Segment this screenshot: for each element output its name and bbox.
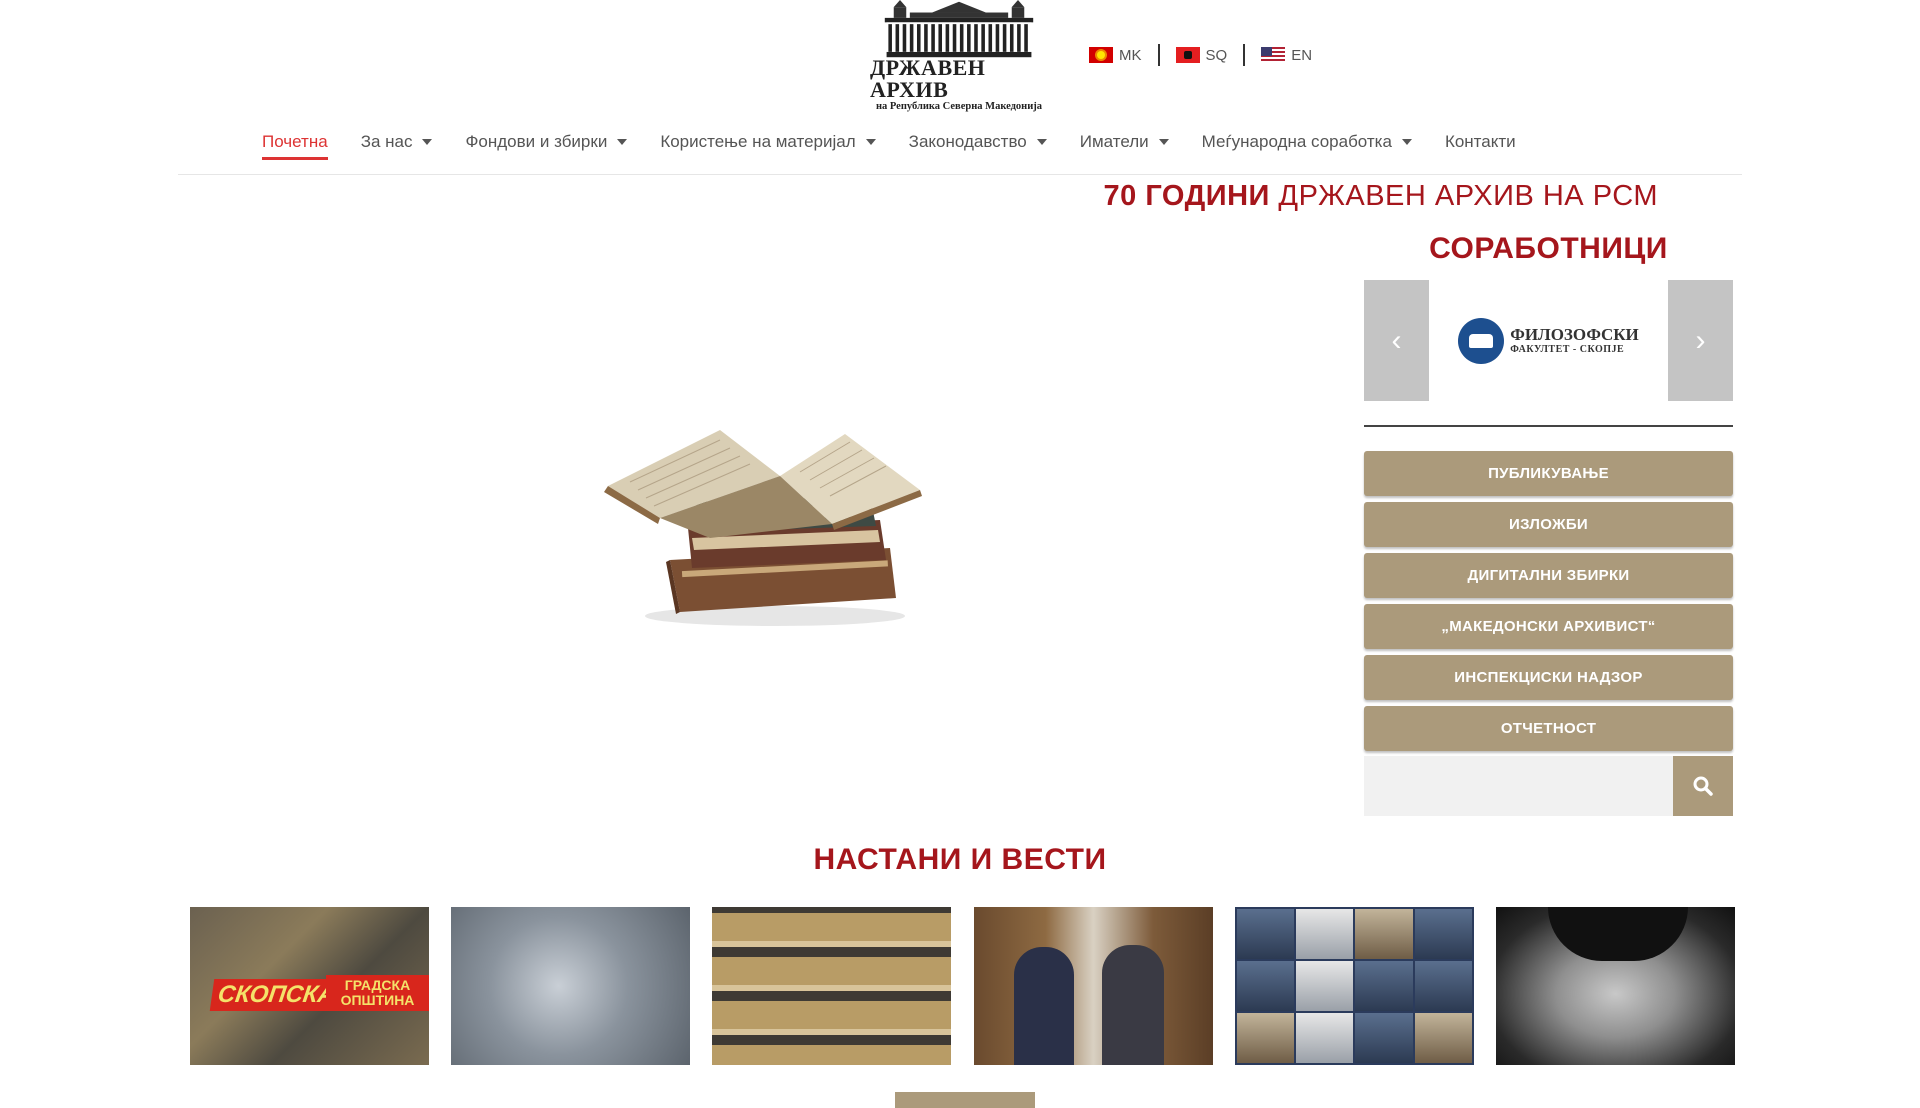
language-sq[interactable]: SQ	[1175, 46, 1228, 64]
partners-title: СОРАБОТНИЦИ	[1429, 232, 1668, 265]
macedonia-flag-icon	[1089, 47, 1113, 63]
video-tile	[1355, 961, 1413, 1011]
caret-down-icon	[422, 139, 433, 145]
nav-item-contacts[interactable]: Контакти	[1445, 132, 1516, 152]
headline-rest: ДРЖАВЕН АРХИВ НА РСМ	[1269, 180, 1658, 212]
partner-slide-philosophy-faculty[interactable]: ФИЛОЗОФСКИ ФАКУЛТЕТ - СКОПЈЕ	[1429, 280, 1668, 401]
carousel-prev-button[interactable]: ‹	[1364, 280, 1429, 401]
anniversary-headline: 70 ГОДИНИ ДРЖАВЕН АРХИВ НА РСМ	[1104, 180, 1658, 213]
sidebar-divider	[1364, 425, 1733, 427]
nav-item-international-cooperation[interactable]: Меѓународна соработка	[1202, 132, 1412, 152]
video-tile	[1296, 909, 1354, 959]
video-tile	[1296, 1013, 1354, 1063]
video-tile	[1414, 1013, 1472, 1063]
chevron-right-icon: ›	[1695, 323, 1706, 357]
news-card-portrait[interactable]	[1495, 907, 1735, 1065]
nav-item-funds-collections[interactable]: Фондови и збирки	[465, 132, 628, 152]
nav-item-label: Иматели	[1079, 132, 1149, 151]
video-tile	[1355, 1013, 1413, 1063]
logo-title: ДРЖАВЕН АРХИВ	[870, 55, 986, 102]
news-card-stamp: СКОПСКА	[209, 979, 344, 1011]
nav-item-material-use[interactable]: Користење на материјал	[660, 132, 876, 152]
header-divider	[178, 174, 1742, 175]
site-logo[interactable]: ДРЖАВЕН АРХИВ на Република Северна Макед…	[870, 0, 1048, 112]
search-button[interactable]	[1673, 756, 1733, 816]
exhibitions-button[interactable]: ИЗЛОЖБИ	[1364, 502, 1733, 547]
nav-item-label: Фондови и збирки	[465, 132, 608, 151]
site-search	[1364, 756, 1733, 816]
faculty-logo-icon	[1458, 317, 1505, 364]
caret-down-icon	[617, 139, 628, 145]
video-tile	[1414, 961, 1472, 1011]
digital-collections-button[interactable]: ДИГИТАЛНИ ЗБИРКИ	[1364, 553, 1733, 598]
language-mk-label: MK	[1119, 46, 1142, 64]
language-mk[interactable]: MK	[1089, 47, 1142, 64]
nav-item-legislation[interactable]: Законодавство	[909, 132, 1047, 152]
news-card-agreement-signing[interactable]	[973, 907, 1213, 1065]
headline-bold: 70 ГОДИНИ	[1103, 180, 1270, 212]
accountability-button[interactable]: ОТЧЕТНОСТ	[1364, 706, 1733, 751]
nav-item-label: Законодавство	[908, 132, 1027, 151]
faculty-logo-text: ФИЛОЗОФСКИ ФАКУЛТЕТ - СКОПЈЕ	[1510, 325, 1639, 356]
main-navigation: Почетна За нас Фондови и збирки Користењ…	[262, 128, 1549, 160]
news-card-stamp-secondary: ГРАДСКА ОПШТИНА	[326, 975, 429, 1011]
publishing-button[interactable]: ПУБЛИКУВАЊЕ	[1364, 451, 1733, 496]
faculty-name: ФИЛОЗОФСКИ	[1510, 325, 1639, 344]
nav-item-holders[interactable]: Иматели	[1080, 132, 1169, 152]
news-card-archive-shelves[interactable]	[712, 907, 952, 1065]
faculty-subname: ФАКУЛТЕТ - СКОПЈЕ	[1510, 344, 1625, 355]
carousel-next-button[interactable]: ›	[1668, 280, 1733, 401]
language-sq-label: SQ	[1205, 46, 1228, 64]
video-tile	[1414, 909, 1472, 959]
nav-item-label: Меѓународна соработка	[1201, 132, 1392, 151]
video-tile	[1236, 1013, 1294, 1063]
news-card-document-scan[interactable]	[451, 907, 691, 1065]
caret-down-icon	[865, 139, 876, 145]
partners-carousel: ‹ ФИЛОЗОФСКИ ФАКУЛТЕТ - СКОПЈЕ ›	[1364, 280, 1733, 401]
news-section-title: НАСТАНИ И ВЕСТИ	[813, 843, 1107, 876]
video-tile	[1236, 909, 1294, 959]
sidebar-buttons: ПУБЛИКУВАЊЕ ИЗЛОЖБИ ДИГИТАЛНИ ЗБИРКИ „МА…	[1364, 451, 1733, 751]
caret-down-icon	[1401, 139, 1412, 145]
albania-flag-icon	[1175, 47, 1200, 63]
news-card-skopje-municipality[interactable]: СКОПСКА ГРАДСКА ОПШТИНА	[190, 907, 429, 1065]
nav-item-about[interactable]: За нас	[361, 132, 433, 152]
search-icon	[1693, 776, 1713, 796]
video-tile	[1355, 909, 1413, 959]
video-tile	[1236, 961, 1294, 1011]
search-input[interactable]	[1364, 756, 1673, 816]
language-divider	[1157, 44, 1160, 66]
macedonian-archivist-button[interactable]: „МАКЕДОНСКИ АРХИВИСТ“	[1364, 604, 1733, 649]
language-divider	[1243, 44, 1246, 66]
old-books-image	[604, 430, 922, 626]
language-en[interactable]: EN	[1261, 47, 1312, 64]
news-card-video-conference[interactable]	[1234, 907, 1474, 1065]
language-switcher: MK SQ EN	[1089, 44, 1312, 66]
news-gallery: СКОПСКА ГРАДСКА ОПШТИНА	[190, 907, 1735, 1065]
usa-flag-icon	[1261, 47, 1286, 63]
nav-item-label: Користење на материјал	[660, 132, 856, 151]
logo-subtitle: на Република Северна Македонија	[875, 101, 1043, 112]
news-more-button[interactable]	[895, 1092, 1035, 1108]
nav-item-label: За нас	[360, 132, 413, 151]
nav-item-label: Почетна	[262, 132, 328, 151]
chevron-left-icon: ‹	[1391, 323, 1402, 357]
archive-building-icon	[884, 0, 1034, 58]
caret-down-icon	[1036, 139, 1047, 145]
inspection-supervision-button[interactable]: ИНСПЕКЦИСКИ НАДЗОР	[1364, 655, 1733, 700]
video-tile	[1296, 961, 1354, 1011]
caret-down-icon	[1158, 139, 1169, 145]
language-en-label: EN	[1291, 46, 1313, 64]
nav-item-home[interactable]: Почетна	[262, 132, 328, 160]
nav-item-label: Контакти	[1444, 132, 1516, 151]
